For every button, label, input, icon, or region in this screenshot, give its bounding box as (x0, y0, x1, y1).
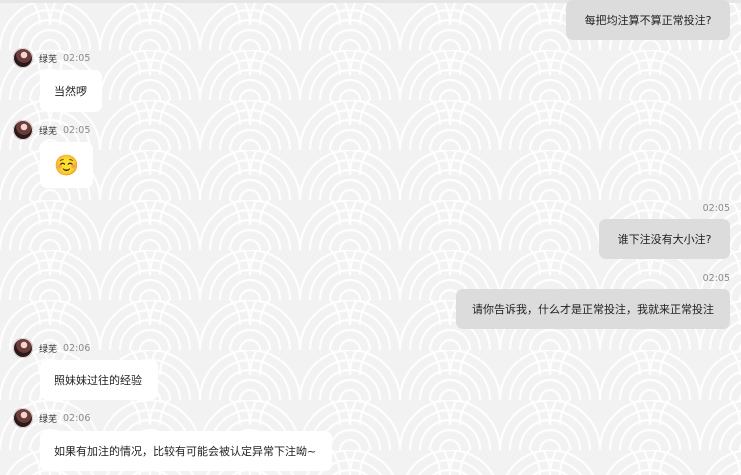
smiling-face-icon: ☺️ (54, 153, 79, 177)
outgoing-message-bubble[interactable]: 谁下注没有大小注? (599, 219, 730, 259)
sender-name: 绿芜 (39, 344, 58, 355)
avatar[interactable] (13, 48, 33, 68)
message-meta: 绿芜 02:06 (13, 408, 90, 428)
message-time: 02:06 (63, 342, 91, 354)
message-text: 谁下注没有大小注? (617, 233, 712, 246)
incoming-message-bubble[interactable]: 如果有加注的情况，比较有可能会被认定异常下注呦~ (40, 431, 332, 471)
incoming-message-bubble[interactable]: 当然啰 (40, 70, 102, 112)
message-text: 当然啰 (54, 85, 87, 98)
message-time: 02:05 (63, 52, 91, 64)
message-time: 02:05 (702, 273, 730, 284)
avatar[interactable] (13, 120, 33, 140)
message-text: 每把均注算不算正常投注? (584, 14, 712, 27)
sender-name: 绿芜 (39, 54, 58, 65)
outgoing-message-bubble[interactable]: 请你告诉我，什么才是正常投注，我就来正常投注 (456, 289, 730, 329)
message-time: 02:05 (702, 203, 730, 214)
message-time: 02:06 (63, 412, 91, 424)
avatar[interactable] (13, 408, 33, 428)
avatar[interactable] (13, 338, 33, 358)
sender-name: 绿芜 (39, 126, 58, 137)
incoming-message-bubble[interactable]: ☺️ (40, 142, 93, 188)
message-meta: 绿芜 02:06 (13, 338, 90, 358)
incoming-message-bubble[interactable]: 照妹妹过往的经验 (40, 360, 158, 400)
sender-name: 绿芜 (39, 414, 58, 425)
outgoing-message-bubble[interactable]: 每把均注算不算正常投注? (566, 0, 730, 40)
message-time: 02:05 (63, 124, 91, 136)
message-text: 请你告诉我，什么才是正常投注，我就来正常投注 (472, 303, 714, 316)
message-text: 如果有加注的情况，比较有可能会被认定异常下注呦~ (54, 445, 317, 458)
message-meta: 绿芜 02:05 (13, 48, 90, 68)
message-meta: 绿芜 02:05 (13, 120, 90, 140)
message-text: 照妹妹过往的经验 (54, 374, 142, 387)
